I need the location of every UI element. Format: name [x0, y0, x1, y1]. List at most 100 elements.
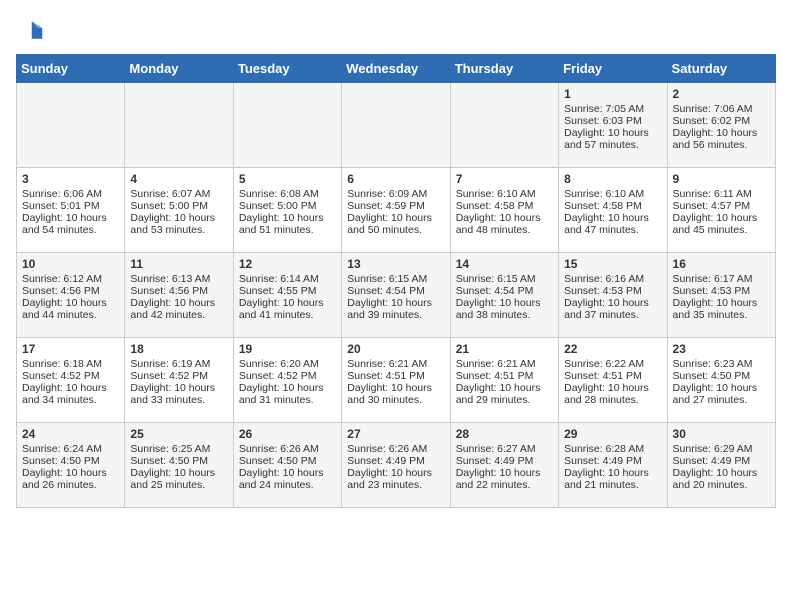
day-info: Sunrise: 6:07 AM	[130, 188, 227, 200]
calendar-week-row: 24Sunrise: 6:24 AMSunset: 4:50 PMDayligh…	[17, 423, 776, 508]
day-info: Sunset: 4:51 PM	[564, 370, 661, 382]
calendar-day-cell: 27 Sunrise: 6:26 AMSunset: 4:49 PMDayligh…	[342, 423, 450, 508]
calendar-day-cell: 17Sunrise: 6:18 AMSunset: 4:52 PMDayligh…	[17, 338, 125, 423]
day-number: 30	[673, 427, 770, 441]
day-info: Daylight: 10 hours and 21 minutes.	[564, 467, 661, 491]
day-number: 10	[22, 257, 119, 271]
day-number: 1	[564, 87, 661, 101]
day-info: Daylight: 10 hours and 20 minutes.	[673, 467, 770, 491]
day-number: 15	[564, 257, 661, 271]
day-info: Sunset: 4:53 PM	[673, 285, 770, 297]
calendar-day-cell: 20Sunrise: 6:21 AMSunset: 4:51 PMDayligh…	[342, 338, 450, 423]
day-number: 7	[456, 172, 553, 186]
day-info: Sunrise: 6:27 AM	[456, 443, 553, 455]
calendar-day-cell: 2Sunrise: 7:06 AMSunset: 6:02 PMDaylight…	[667, 83, 775, 168]
calendar-day-cell: 22 Sunrise: 6:22 AMSunset: 4:51 PMDayligh…	[559, 338, 667, 423]
day-info: Sunrise: 6:11 AM	[673, 188, 770, 200]
day-info: Daylight: 10 hours and 24 minutes.	[239, 467, 336, 491]
day-info: Sunrise: 6:06 AM	[22, 188, 119, 200]
logo	[16, 16, 48, 44]
calendar-day-cell: 10Sunrise: 6:12 AMSunset: 4:56 PMDayligh…	[17, 253, 125, 338]
weekday-header: Monday	[125, 55, 233, 83]
calendar-day-cell: 25Sunrise: 6:25 AMSunset: 4:50 PMDayligh…	[125, 423, 233, 508]
day-info: Sunrise: 6:25 AM	[130, 443, 227, 455]
calendar-day-cell	[17, 83, 125, 168]
day-info: Sunrise: 6:15 AM	[347, 273, 444, 285]
day-info: Daylight: 10 hours and 31 minutes.	[239, 382, 336, 406]
day-info: Sunset: 4:56 PM	[130, 285, 227, 297]
weekday-header: Saturday	[667, 55, 775, 83]
day-info: Daylight: 10 hours and 28 minutes.	[564, 382, 661, 406]
day-info: Daylight: 10 hours and 57 minutes.	[564, 127, 661, 151]
weekday-header: Thursday	[450, 55, 558, 83]
day-info: Daylight: 10 hours and 51 minutes.	[239, 212, 336, 236]
calendar-day-cell: 8Sunrise: 6:10 AMSunset: 4:58 PMDaylight…	[559, 168, 667, 253]
day-info: Daylight: 10 hours and 23 minutes.	[347, 467, 444, 491]
day-info: Daylight: 10 hours and 33 minutes.	[130, 382, 227, 406]
day-info: Sunset: 4:52 PM	[130, 370, 227, 382]
day-number: 6	[347, 172, 444, 186]
day-info: Sunset: 4:50 PM	[22, 455, 119, 467]
day-number: 21	[456, 342, 553, 356]
calendar-week-row: 1 Sunrise: 7:05 AMSunset: 6:03 PMDaylight…	[17, 83, 776, 168]
day-info: Sunset: 4:51 PM	[456, 370, 553, 382]
day-info: Daylight: 10 hours and 29 minutes.	[456, 382, 553, 406]
day-info: Sunrise: 6:26 AM	[239, 443, 336, 455]
calendar-day-cell: 24Sunrise: 6:24 AMSunset: 4:50 PMDayligh…	[17, 423, 125, 508]
weekday-header: Sunday	[17, 55, 125, 83]
day-number: 9	[673, 172, 770, 186]
day-info: Daylight: 10 hours and 42 minutes.	[130, 297, 227, 321]
weekday-header: Tuesday	[233, 55, 341, 83]
calendar-day-cell: 14Sunrise: 6:15 AMSunset: 4:54 PMDayligh…	[450, 253, 558, 338]
day-number: 27	[347, 427, 444, 441]
day-info: Sunset: 5:01 PM	[22, 200, 119, 212]
day-info: Daylight: 10 hours and 39 minutes.	[347, 297, 444, 321]
day-number: 25	[130, 427, 227, 441]
calendar-day-cell	[125, 83, 233, 168]
day-number: 28	[456, 427, 553, 441]
day-info: Sunset: 4:49 PM	[347, 455, 444, 467]
day-info: Daylight: 10 hours and 45 minutes.	[673, 212, 770, 236]
day-number: 18	[130, 342, 227, 356]
day-info: Daylight: 10 hours and 27 minutes.	[673, 382, 770, 406]
day-info: Sunrise: 7:06 AM	[673, 103, 770, 115]
calendar-day-cell: 1 Sunrise: 7:05 AMSunset: 6:03 PMDaylight…	[559, 83, 667, 168]
day-info: Sunrise: 6:16 AM	[564, 273, 661, 285]
day-info: Sunset: 6:02 PM	[673, 115, 770, 127]
day-info: Daylight: 10 hours and 30 minutes.	[347, 382, 444, 406]
day-info: Sunrise: 7:05 AM	[564, 103, 661, 115]
day-number: 22	[564, 342, 661, 356]
day-info: Sunset: 4:51 PM	[347, 370, 444, 382]
day-info: Daylight: 10 hours and 41 minutes.	[239, 297, 336, 321]
calendar-day-cell: 29Sunrise: 6:28 AMSunset: 4:49 PMDayligh…	[559, 423, 667, 508]
day-info: Sunset: 4:49 PM	[673, 455, 770, 467]
calendar-day-cell: 5Sunrise: 6:08 AMSunset: 5:00 PMDaylight…	[233, 168, 341, 253]
day-number: 16	[673, 257, 770, 271]
page-header	[16, 16, 776, 44]
day-info: Sunrise: 6:17 AM	[673, 273, 770, 285]
calendar-day-cell: 11Sunrise: 6:13 AMSunset: 4:56 PMDayligh…	[125, 253, 233, 338]
day-number: 26	[239, 427, 336, 441]
day-number: 3	[22, 172, 119, 186]
calendar-week-row: 10Sunrise: 6:12 AMSunset: 4:56 PMDayligh…	[17, 253, 776, 338]
day-number: 8	[564, 172, 661, 186]
day-info: Sunrise: 6:10 AM	[456, 188, 553, 200]
day-info: Sunrise: 6:08 AM	[239, 188, 336, 200]
day-info: Sunset: 4:49 PM	[456, 455, 553, 467]
day-number: 29	[564, 427, 661, 441]
day-info: Sunrise: 6:26 AM	[347, 443, 444, 455]
day-number: 19	[239, 342, 336, 356]
day-info: Sunset: 4:52 PM	[239, 370, 336, 382]
day-info: Daylight: 10 hours and 48 minutes.	[456, 212, 553, 236]
calendar-day-cell: 19Sunrise: 6:20 AMSunset: 4:52 PMDayligh…	[233, 338, 341, 423]
day-info: Sunset: 4:57 PM	[673, 200, 770, 212]
day-info: Sunset: 6:03 PM	[564, 115, 661, 127]
calendar-day-cell: 7Sunrise: 6:10 AMSunset: 4:58 PMDaylight…	[450, 168, 558, 253]
calendar-day-cell: 30Sunrise: 6:29 AMSunset: 4:49 PMDayligh…	[667, 423, 775, 508]
day-info: Daylight: 10 hours and 53 minutes.	[130, 212, 227, 236]
logo-icon	[16, 16, 44, 44]
day-info: Sunrise: 6:14 AM	[239, 273, 336, 285]
day-info: Sunset: 5:00 PM	[130, 200, 227, 212]
day-info: Daylight: 10 hours and 37 minutes.	[564, 297, 661, 321]
day-info: Sunrise: 6:22 AM	[564, 358, 661, 370]
